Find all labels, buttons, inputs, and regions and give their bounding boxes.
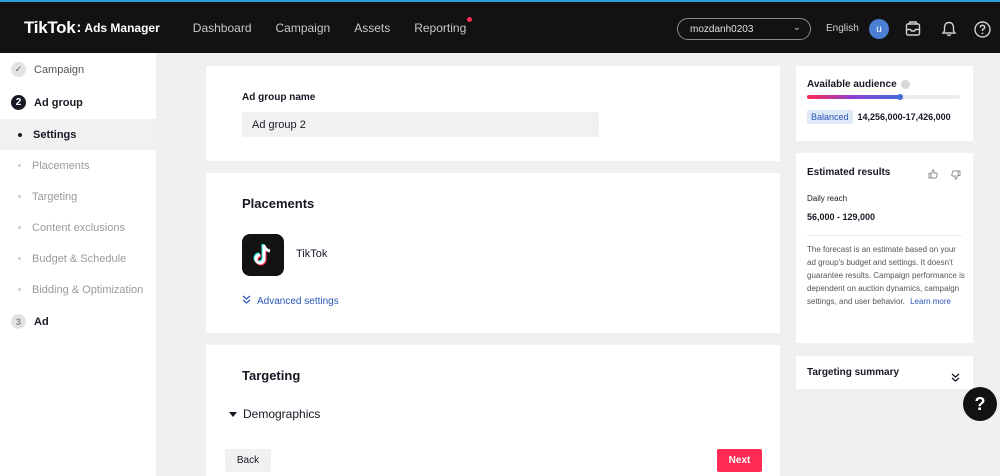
account-name: mozdanh0203 (690, 23, 754, 35)
nav-dashboard[interactable]: Dashboard (193, 21, 252, 35)
bullet-icon (18, 226, 21, 229)
nav-reporting-label: Reporting (414, 20, 467, 35)
sidebar-item-label: Bidding & Optimization (32, 283, 144, 296)
audience-status-row: Balanced 14,256,000-17,426,000 (807, 110, 951, 124)
double-chevron-down-icon (951, 369, 960, 387)
chevron-down-icon: ⌄ (792, 22, 801, 33)
sidebar-step-label: Ad (34, 315, 49, 328)
logo-brand: TikTok (24, 17, 76, 37)
sidebar-step-label: Campaign (34, 63, 85, 76)
thumbs-up-icon[interactable] (928, 166, 938, 184)
ad-group-name-input[interactable]: Ad group 2 (242, 112, 599, 137)
logo-separator: : (76, 19, 82, 36)
bullet-icon (18, 132, 22, 137)
targeting-summary-card[interactable]: Targeting summary (796, 356, 973, 389)
audience-meter-knob (897, 94, 904, 100)
targeting-card: Targeting Demographics (206, 345, 780, 438)
sidebar-item-label: Placements (32, 159, 90, 172)
sidebar-item-bidding-optimization[interactable]: Bidding & Optimization (0, 274, 156, 305)
sidebar-item-targeting[interactable]: Targeting (0, 181, 156, 212)
avatar[interactable]: u (869, 19, 889, 39)
ad-group-name-card: Ad group name Ad group 2 (206, 66, 780, 161)
sidebar-item-label: Budget & Schedule (32, 252, 127, 265)
sidebar: ✓ Campaign 2 Ad group Settings Placement… (0, 53, 156, 476)
bullet-icon (18, 164, 21, 167)
caret-down-icon (229, 407, 237, 421)
available-audience-card: Available audience Balanced 14,256,000-1… (796, 66, 973, 141)
advanced-settings-link[interactable]: Advanced settings (242, 295, 339, 307)
advanced-settings-label: Advanced settings (257, 295, 339, 307)
divider (807, 235, 962, 236)
nav-campaign[interactable]: Campaign (276, 21, 331, 35)
estimated-title: Estimated results (807, 167, 891, 178)
targeting-title: Targeting (242, 368, 301, 383)
help-circle-icon[interactable] (972, 19, 992, 39)
nav-assets[interactable]: Assets (354, 21, 390, 35)
logo[interactable]: TikTok : Ads Manager (24, 18, 160, 38)
logo-product: Ads Manager (84, 20, 160, 35)
back-button[interactable]: Back (225, 449, 271, 472)
sidebar-item-label: Settings (33, 128, 77, 141)
estimated-results-card: Estimated results Daily reach 56,000 - 1… (796, 153, 973, 343)
ad-group-name-label: Ad group name (242, 92, 316, 103)
sidebar-step-ad-group[interactable]: 2 Ad group (0, 86, 156, 119)
sidebar-step-label: Ad group (34, 96, 83, 109)
sidebar-item-budget-schedule[interactable]: Budget & Schedule (0, 243, 156, 274)
daily-reach-label: Daily reach (807, 194, 848, 203)
audience-meter-fill (807, 95, 901, 99)
language-selector[interactable]: English (826, 23, 859, 34)
audience-meter-track (807, 94, 960, 100)
sidebar-step-ad[interactable]: 3 Ad (0, 305, 156, 338)
question-mark-icon: ? (974, 393, 986, 414)
bullet-icon (18, 288, 21, 291)
account-selector[interactable]: mozdanh0203 ⌄ (677, 18, 811, 40)
bullet-icon (18, 257, 21, 260)
notification-dot (467, 16, 473, 22)
sidebar-item-settings[interactable]: Settings (0, 119, 156, 150)
bell-icon[interactable] (939, 19, 959, 39)
balanced-badge: Balanced (807, 110, 853, 124)
top-bar: TikTok : Ads Manager Dashboard Campaign … (0, 0, 1000, 53)
main-nav: Dashboard Campaign Assets Reporting (193, 16, 490, 35)
sidebar-item-placements[interactable]: Placements (0, 150, 156, 181)
audience-range: 14,256,000-17,426,000 (857, 112, 951, 122)
thumbs-down-icon[interactable] (951, 167, 961, 185)
daily-reach-value: 56,000 - 129,000 (807, 212, 876, 222)
check-icon: ✓ (11, 62, 26, 77)
step-number-badge: 3 (11, 314, 26, 329)
floating-help-button[interactable]: ? (963, 387, 997, 421)
footer-bar: Back Next (206, 438, 780, 476)
info-icon[interactable] (900, 80, 910, 89)
audience-header: Available audience (807, 79, 910, 90)
double-chevron-down-icon (242, 295, 251, 307)
placements-card: Placements TikTok Advanced settings (206, 173, 780, 333)
sidebar-item-label: Content exclusions (32, 221, 125, 234)
sidebar-item-content-exclusions[interactable]: Content exclusions (0, 212, 156, 243)
step-number-badge: 2 (11, 95, 26, 110)
inbox-icon[interactable] (903, 19, 923, 39)
sidebar-step-campaign[interactable]: ✓ Campaign (0, 53, 156, 86)
demographics-toggle[interactable]: Demographics (229, 407, 320, 421)
targeting-summary-title: Targeting summary (807, 367, 900, 378)
learn-more-link[interactable]: Learn more (910, 297, 951, 306)
bullet-icon (18, 195, 21, 198)
placements-title: Placements (242, 196, 315, 211)
placement-app-name: TikTok (296, 248, 328, 260)
audience-title: Available audience (807, 79, 897, 90)
next-button[interactable]: Next (717, 449, 762, 472)
nav-reporting[interactable]: Reporting (414, 16, 473, 35)
tiktok-logo-icon (242, 234, 284, 276)
sidebar-item-label: Targeting (32, 190, 78, 203)
forecast-note: The forecast is an estimate based on you… (807, 243, 965, 308)
demographics-label: Demographics (243, 407, 321, 421)
